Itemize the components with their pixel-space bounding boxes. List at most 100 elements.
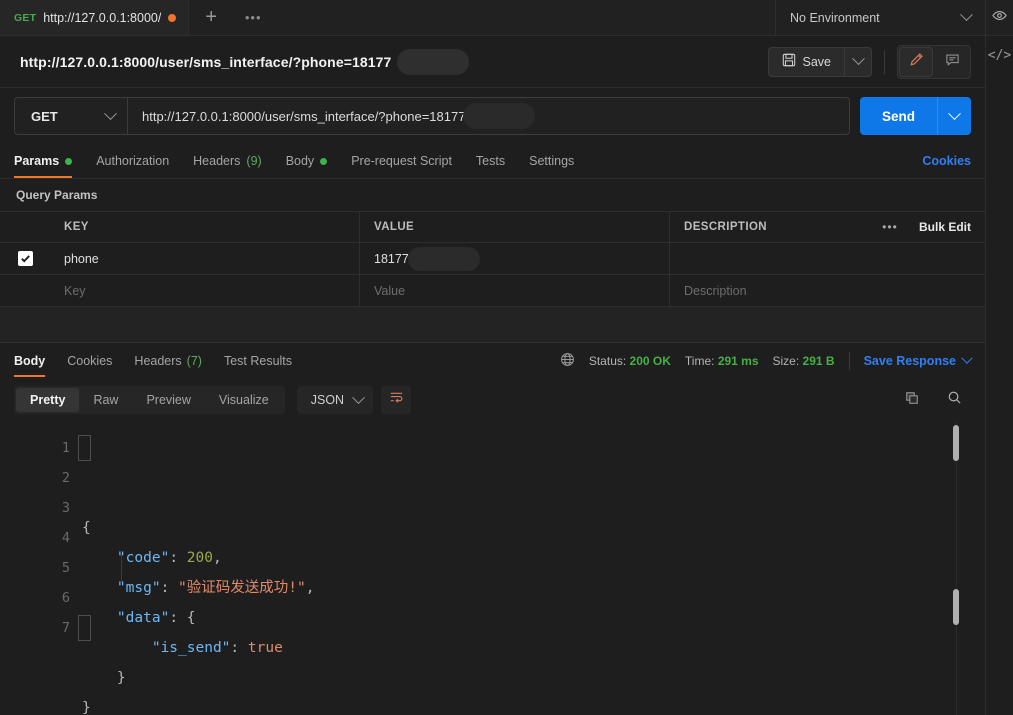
comment-button[interactable] — [935, 47, 969, 77]
code-line: "is_send": true — [82, 633, 985, 663]
request-tab-active[interactable]: GET http://127.0.0.1:8000/u — [0, 0, 190, 35]
row-key-cell[interactable]: phone — [50, 243, 360, 274]
tab-headers-label: Headers — [193, 154, 241, 168]
request-title-row: http://127.0.0.1:8000/user/sms_interface… — [0, 36, 985, 88]
empty-row-value-cell[interactable]: Value — [360, 275, 670, 306]
status-value: 200 OK — [629, 354, 671, 368]
code-token-punct: { — [82, 520, 91, 536]
tab-authorization[interactable]: Authorization — [84, 144, 181, 178]
code-token-punct: : — [230, 640, 248, 656]
response-tab-body[interactable]: Body — [14, 343, 56, 379]
header-checkbox-cell — [0, 212, 50, 242]
edit-request-button[interactable] — [899, 46, 933, 77]
cookies-link[interactable]: Cookies — [922, 144, 971, 178]
empty-row-checkbox-cell — [0, 275, 50, 306]
row-checkbox-cell — [0, 243, 50, 274]
environment-selector[interactable]: No Environment — [775, 0, 985, 35]
code-token-punct: } — [82, 700, 91, 715]
response-tab-cookies[interactable]: Cookies — [56, 343, 123, 379]
code-token-key: "code" — [116, 550, 170, 566]
line-number: 5 — [61, 560, 70, 576]
code-token-str: "验证码发送成功!" — [178, 580, 306, 596]
url-input[interactable]: http://127.0.0.1:8000/user/sms_interface… — [128, 98, 849, 134]
word-wrap-icon — [389, 390, 404, 410]
key-placeholder: Key — [64, 283, 86, 298]
response-tab-headers-count: (7) — [186, 354, 202, 368]
search-icon — [947, 390, 962, 410]
row-description-cell[interactable] — [670, 243, 985, 274]
code-token-num: 200 — [186, 550, 213, 566]
new-tab-button[interactable]: + — [189, 0, 233, 35]
response-tab-test-results[interactable]: Test Results — [213, 343, 303, 379]
pane-divider[interactable] — [0, 307, 985, 343]
comment-icon — [945, 52, 960, 72]
tab-pre-request-script[interactable]: Pre-request Script — [339, 144, 464, 178]
tab-headers[interactable]: Headers (9) — [181, 144, 274, 178]
url-input-value: http://127.0.0.1:8000/user/sms_interface… — [142, 108, 466, 124]
size-value: 291 B — [802, 354, 835, 368]
code-token-punct — [82, 550, 117, 566]
response-body-editor[interactable]: 1 2 3 4 5 6 7 { "code": 200, "msg": "验证码… — [0, 421, 985, 715]
send-options-button[interactable] — [937, 97, 971, 135]
request-tab-bar: GET http://127.0.0.1:8000/u + ••• No Env… — [0, 0, 985, 36]
response-view-mode-group: Pretty Raw Preview Visualize — [14, 386, 285, 414]
unsaved-dot-icon — [168, 13, 177, 22]
globe-icon — [560, 352, 575, 370]
value-placeholder: Value — [374, 283, 406, 298]
eye-icon — [992, 8, 1007, 28]
header-key: KEY — [50, 212, 360, 242]
bulk-edit-button[interactable]: Bulk Edit — [913, 212, 985, 242]
response-tab-headers[interactable]: Headers (7) — [123, 343, 213, 379]
scrollbar-thumb-bottom[interactable] — [953, 589, 959, 625]
tab-authorization-label: Authorization — [96, 154, 170, 168]
chevron-down-icon — [948, 106, 961, 120]
tab-headers-count: (9) — [246, 154, 262, 168]
empty-row-description-cell[interactable]: Description — [670, 275, 985, 306]
response-format-select[interactable]: JSON — [296, 386, 374, 414]
status-label: Status: — [588, 354, 627, 368]
time-label: Time: — [684, 354, 715, 368]
copy-response-button[interactable] — [895, 385, 929, 415]
scrollbar-thumb-top[interactable] — [953, 425, 959, 461]
row-value-value: 18177 — [374, 251, 409, 266]
size-group: Size: 291 B — [773, 354, 835, 368]
environment-quick-look-button[interactable] — [986, 0, 1013, 36]
line-number: 1 — [61, 440, 70, 456]
empty-row-key-cell[interactable]: Key — [50, 275, 360, 306]
view-mode-preview[interactable]: Preview — [132, 388, 204, 412]
table-options-icon[interactable]: ••• — [867, 212, 913, 242]
tab-body[interactable]: Body — [274, 144, 340, 178]
response-tabs: Body Cookies Headers (7) Test Results St… — [0, 343, 985, 379]
word-wrap-button[interactable] — [381, 386, 412, 414]
http-method-select[interactable]: GET — [15, 98, 128, 134]
save-button[interactable]: Save — [767, 46, 844, 77]
save-options-button[interactable] — [844, 46, 872, 77]
code-snippet-button[interactable]: </> — [986, 36, 1013, 74]
response-meta: Status: 200 OK Time: 291 ms Size: 291 B … — [560, 343, 973, 379]
tabbar-spacer — [273, 0, 775, 35]
size-label: Size: — [772, 354, 800, 368]
tab-params[interactable]: Params — [14, 144, 84, 178]
main-column: GET http://127.0.0.1:8000/u + ••• No Env… — [0, 0, 985, 715]
body-modified-dot-icon — [320, 157, 328, 165]
tab-settings[interactable]: Settings — [517, 144, 586, 178]
param-enabled-checkbox[interactable] — [17, 251, 33, 266]
view-mode-pretty[interactable]: Pretty — [16, 388, 80, 412]
description-placeholder: Description — [684, 283, 747, 298]
redaction-blob-param-value — [408, 246, 480, 271]
line-number: 7 — [61, 620, 70, 636]
chevron-down-icon — [352, 390, 365, 404]
row-value-cell[interactable]: 18177 — [360, 243, 670, 274]
tab-tests[interactable]: Tests — [464, 144, 517, 178]
search-response-button[interactable] — [937, 385, 971, 415]
send-button[interactable]: Send — [859, 97, 937, 135]
code-token-key: "msg" — [116, 580, 161, 596]
save-response-button[interactable]: Save Response — [864, 352, 973, 368]
view-mode-raw[interactable]: Raw — [79, 388, 132, 412]
pencil-icon — [909, 52, 924, 72]
http-method-value: GET — [31, 108, 58, 124]
time-group: Time: 291 ms — [685, 354, 759, 368]
tab-options-icon[interactable]: ••• — [233, 0, 273, 35]
view-mode-visualize[interactable]: Visualize — [205, 388, 283, 412]
scrollbar-track[interactable] — [956, 421, 957, 715]
